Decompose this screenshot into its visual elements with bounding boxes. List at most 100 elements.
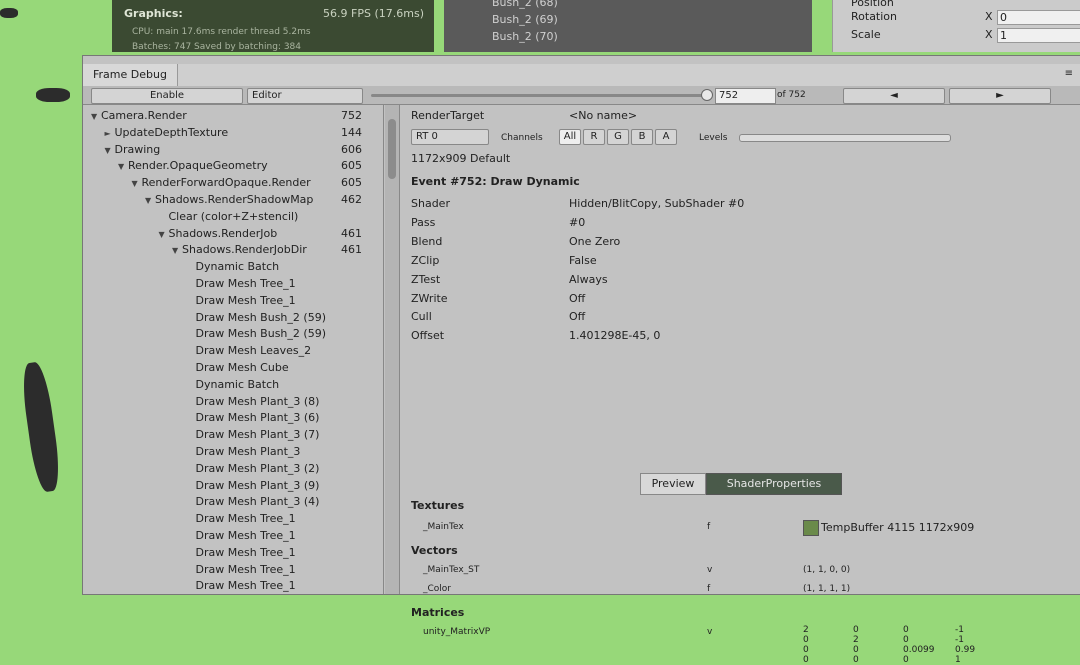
target-dropdown[interactable]: Editor <box>247 88 363 104</box>
tree-row-count <box>341 577 381 594</box>
vector-stage: v <box>707 565 713 575</box>
property-key: Offset <box>411 329 445 343</box>
tab-shader-properties[interactable]: ShaderProperties <box>706 473 842 495</box>
expand-arrow-icon[interactable]: ▼ <box>91 108 101 125</box>
window-menu-icon[interactable]: ≡ <box>1065 68 1073 79</box>
tree-row-label: Shadows.RenderJob <box>168 226 278 240</box>
property-value: One Zero <box>569 234 621 248</box>
channel-a-button[interactable]: A <box>655 129 677 145</box>
tree-row-label: Clear (color+Z+stencil) <box>168 209 299 223</box>
tree-row-label: Draw Mesh Tree_1 <box>195 293 296 307</box>
tree-row[interactable]: ▼ Camera.Render <box>91 107 375 124</box>
tree-row[interactable]: ▼ Drawing <box>105 141 376 158</box>
render-target-value: <No name> <box>569 109 638 122</box>
tree-row-count <box>341 258 381 275</box>
tree-row-count: 605 <box>341 159 362 173</box>
property-key: ZClip <box>411 253 440 267</box>
frame-debug-toolbar: Enable Editor 752 of 752 ◄ ► <box>83 86 1080 105</box>
tree-row-count <box>341 376 381 393</box>
tree-row-count: 752 <box>341 109 362 122</box>
tree-row-label: Draw Mesh Plant_3 (8) <box>195 394 320 408</box>
texture-thumbnail-icon[interactable] <box>803 520 819 536</box>
tree-row-label: Draw Mesh Tree_1 <box>195 562 296 576</box>
frame-debug-window: Frame Debug ≡ Enable Editor 752 of 752 ◄… <box>82 55 1080 665</box>
matrix-cell: 0.0099 <box>903 645 935 655</box>
matrix-cell: 0 <box>803 635 809 645</box>
window-titlebar: Frame Debug ≡ <box>83 64 1080 87</box>
render-target-resolution: 1172x909 Default <box>411 152 511 165</box>
matrix-cell: -1 <box>955 625 964 635</box>
enable-button[interactable]: Enable <box>91 88 243 104</box>
channel-r-button[interactable]: R <box>583 129 605 145</box>
event-index-field[interactable]: 752 <box>715 88 776 104</box>
tree-row-label: Draw Mesh Plant_3 <box>195 445 301 458</box>
next-event-button[interactable]: ► <box>949 88 1051 104</box>
property-value: False <box>569 253 597 267</box>
property-key: Cull <box>411 310 432 324</box>
prev-event-button[interactable]: ◄ <box>843 88 945 104</box>
matrix-cell: 0 <box>803 655 809 665</box>
tree-row-label: Draw Mesh Bush_2 (59) <box>195 310 326 324</box>
property-value: Off <box>569 310 586 324</box>
property-value: #0 <box>569 215 586 229</box>
tree-row[interactable]: ► UpdateDepthTexture <box>105 124 376 141</box>
scale-axis-label: X <box>985 28 993 41</box>
matrix-cell: 0 <box>853 645 859 655</box>
tab-preview[interactable]: Preview <box>640 473 706 495</box>
vector-value: (1, 1, 0, 0) <box>803 565 851 575</box>
tree-row-label: Draw Mesh Plant_3 (9) <box>195 478 320 492</box>
stats-cpu: CPU: main 17.6ms render thread 5.2ms <box>132 27 311 37</box>
channel-b-button[interactable]: B <box>631 129 653 145</box>
event-slider-knob[interactable] <box>701 89 713 101</box>
inspector-panel: Position Rotation Scale X X 0 1 <box>832 0 1080 52</box>
scale-x-field[interactable]: 1 <box>997 28 1080 43</box>
matrix-cell: 1 <box>955 655 961 665</box>
scene-plant <box>36 88 70 102</box>
event-details-panel: RenderTarget <No name> RT 0 Channels All… <box>401 105 1080 665</box>
tree-row-label: Draw Mesh Plant_3 (4) <box>195 495 320 509</box>
render-target-label: RenderTarget <box>411 109 485 122</box>
rotation-x-field[interactable]: 0 <box>997 10 1080 25</box>
tree-row-label: RenderForwardOpaque.Render <box>141 176 311 190</box>
frame-debug-tab[interactable]: Frame Debug <box>83 64 178 86</box>
matrix-cell: -1 <box>955 635 964 645</box>
hierarchy-item[interactable]: Bush_2 (70) <box>492 30 558 43</box>
expand-arrow-icon[interactable]: ▼ <box>118 158 128 175</box>
scene-tree-trunk <box>19 360 63 494</box>
levels-range-slider[interactable] <box>739 134 951 142</box>
event-tree: ▼ Camera.Render 752 ► UpdateDepthTexture 144 ▼… <box>83 105 384 594</box>
expand-arrow-icon[interactable]: ▼ <box>172 242 182 259</box>
expand-arrow-icon[interactable]: ▼ <box>145 192 155 209</box>
channel-g-button[interactable]: G <box>607 129 629 145</box>
tree-row-label: Draw Mesh Cube <box>195 361 289 374</box>
hierarchy-item[interactable]: Bush_2 (68) <box>492 0 558 9</box>
vectors-header: Vectors <box>411 544 458 557</box>
tree-row-label: Shadows.RenderShadowMap <box>155 193 314 206</box>
expand-arrow-icon[interactable]: ▼ <box>159 226 169 243</box>
stats-fps: 56.9 FPS (17.6ms) <box>323 7 424 20</box>
tree-scrollbar[interactable] <box>385 105 400 594</box>
hierarchy-item[interactable]: Bush_2 (69) <box>492 13 558 26</box>
property-key: Blend <box>411 234 443 248</box>
tree-row-count <box>341 426 381 443</box>
matrix-cell: 0 <box>903 635 909 645</box>
tree-row-count <box>341 208 381 225</box>
tree-row[interactable]: ▼ Render.OpaqueGeometry <box>118 157 375 174</box>
channel-all-button[interactable]: All <box>559 129 581 145</box>
expand-arrow-icon[interactable]: ▼ <box>105 142 115 159</box>
expand-arrow-icon[interactable]: ▼ <box>132 175 142 192</box>
rt-select-dropdown[interactable]: RT 0 <box>411 129 489 145</box>
stats-overlay: Graphics: 56.9 FPS (17.6ms) CPU: main 17… <box>112 0 434 52</box>
event-slider[interactable] <box>371 94 711 97</box>
event-title: Event #752: Draw Dynamic <box>411 175 580 188</box>
tree-row-label: Draw Mesh Tree_1 <box>195 512 296 526</box>
textures-header: Textures <box>411 499 465 512</box>
tree-row-count <box>341 359 381 376</box>
tree-row[interactable]: ▼ RenderForwardOpaque.Render <box>132 174 376 191</box>
event-total-label: of 752 <box>777 90 806 100</box>
texture-name: _MainTex <box>423 522 464 532</box>
collapsed-arrow-icon[interactable]: ► <box>105 125 115 142</box>
texture-value[interactable]: TempBuffer 4115 1172x909 <box>821 521 974 534</box>
tree-scrollbar-thumb[interactable] <box>388 119 396 179</box>
tree-row-label: Dynamic Batch <box>195 260 280 274</box>
